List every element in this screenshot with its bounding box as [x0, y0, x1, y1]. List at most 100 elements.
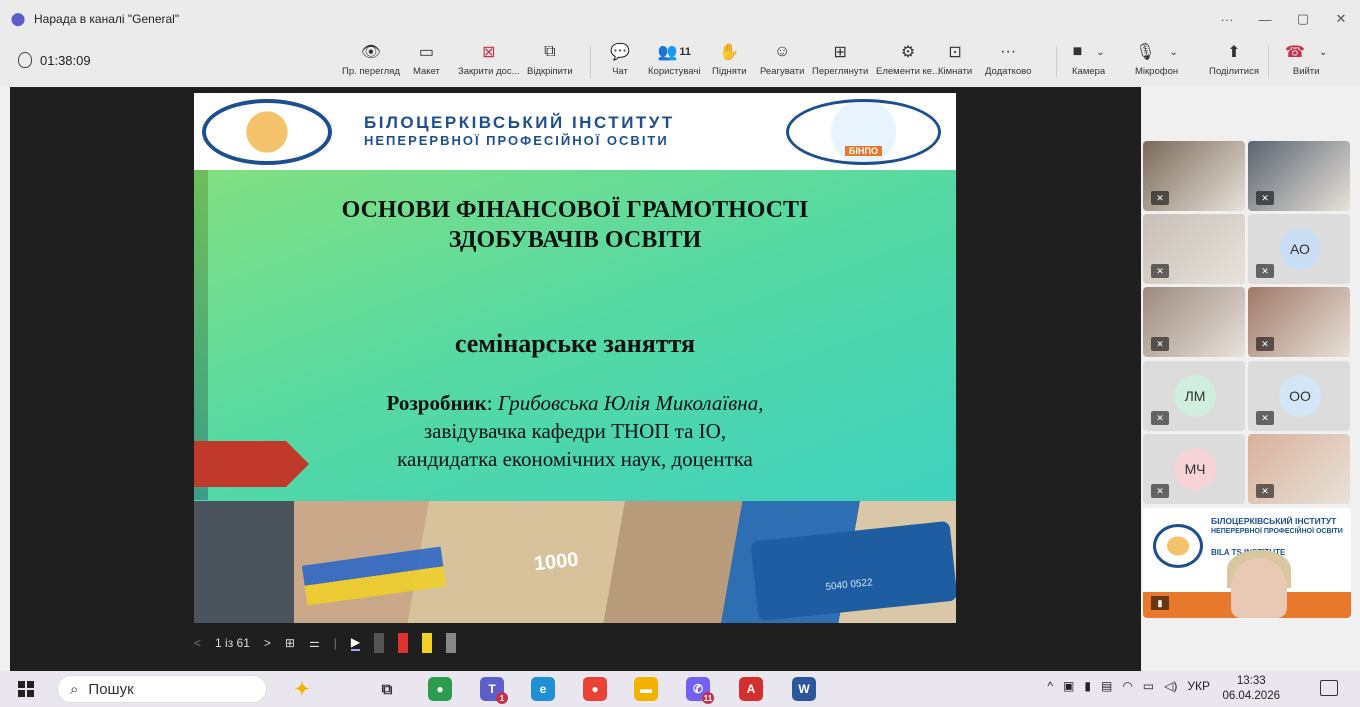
copilot-icon[interactable]: ✦: [290, 677, 314, 701]
meet-now-icon[interactable]: ▣: [1063, 679, 1074, 693]
language-indicator[interactable]: УКР: [1187, 679, 1210, 693]
eraser-icon[interactable]: [446, 633, 457, 653]
meeting-timer: 01:38:09: [18, 52, 91, 68]
participant-tile[interactable]: ✕: [1248, 141, 1350, 211]
mic-muted-icon: ✕: [1151, 191, 1169, 205]
start-button[interactable]: [18, 681, 34, 697]
minimize-button[interactable]: —: [1246, 0, 1284, 38]
teams-icon[interactable]: T1: [480, 677, 508, 704]
windows-taskbar: ⌕ Пошук ✦ ⧉ ● T1 e ● ▬ ✆ 11 A W ^ ▣ ▮ ▤ ◠…: [0, 671, 1360, 707]
money-photo: 1000 5040 0522: [194, 501, 956, 623]
more-icon: ···: [1000, 43, 1017, 60]
preview-button[interactable]: 👁 Пр. перегляд: [342, 41, 400, 83]
camera-button[interactable]: ■ ⌄ Камера: [1072, 41, 1105, 83]
binpo-badge: БІНПО: [845, 146, 882, 156]
pen-black-icon[interactable]: [374, 633, 385, 653]
participant-tile[interactable]: АО ✕: [1248, 214, 1350, 284]
people-count: 11: [679, 46, 691, 58]
mic-tray-icon[interactable]: ▮: [1084, 679, 1091, 693]
stop-share-icon: ⊠: [482, 44, 496, 61]
title-bar: ⬤ Нарада в каналі "General" ··· — ▢ ✕: [0, 0, 1360, 38]
divider: |: [333, 636, 337, 650]
chat-button[interactable]: 💬 Чат: [610, 41, 630, 83]
layout-button[interactable]: ▭ Макет: [413, 41, 440, 83]
chevron-down-icon: ⌄: [1096, 46, 1105, 58]
wifi-icon[interactable]: ◠: [1122, 679, 1132, 693]
stop-sharing-button[interactable]: ⊠ Закрити дос...: [458, 41, 520, 83]
next-slide-button[interactable]: >: [264, 636, 271, 650]
layout-icon: ▭: [418, 44, 434, 61]
participant-tile[interactable]: ✕: [1143, 141, 1245, 211]
toolbar-divider: [1268, 46, 1269, 78]
close-button[interactable]: ✕: [1322, 0, 1360, 38]
file-explorer-icon[interactable]: ▬: [634, 677, 658, 701]
presenter-face: [1231, 558, 1287, 618]
rooms-button[interactable]: ⊡ Кімнати: [938, 41, 972, 83]
participant-tile[interactable]: ЛМ ✕: [1143, 361, 1245, 431]
card-image: 5040 0522: [750, 520, 956, 622]
presenter-tile[interactable]: БІЛОЦЕРКІВСЬКИЙ ІНСТИТУТ НЕПЕРЕРВНОЇ ПРО…: [1143, 508, 1351, 618]
slide-header-line2: НЕПЕРЕРВНОЇ ПРОФЕСІЙНОЇ ОСВІТИ: [364, 133, 669, 148]
toolbar-divider: [590, 46, 591, 78]
mic-muted-icon: ✕: [1151, 337, 1169, 351]
more-button[interactable]: ··· Додатково: [985, 41, 1031, 83]
leave-button[interactable]: ☎ ⌄ Вийти: [1285, 41, 1327, 83]
meeting-toolbar: 01:38:09 👁 Пр. перегляд ▭ Макет ⊠ Закрит…: [0, 38, 1360, 86]
participant-tile[interactable]: ✕: [1143, 214, 1245, 284]
shield-icon: [18, 52, 32, 68]
word-icon[interactable]: W: [792, 677, 816, 701]
volume-icon[interactable]: ◁): [1164, 679, 1177, 693]
hand-icon: ✋: [719, 44, 740, 61]
mic-muted-icon: ✕: [1151, 484, 1169, 498]
pdf-reader-icon[interactable]: A: [739, 677, 763, 701]
taskbar-clock[interactable]: 13:33 06.04.2026: [1222, 674, 1280, 704]
mic-button[interactable]: 🎙 ⌄ Мікрофон: [1135, 41, 1178, 83]
mic-muted-icon: ✕: [1256, 411, 1274, 425]
chrome-profile-icon[interactable]: ●: [583, 677, 607, 701]
grid-icon: ⊞: [833, 44, 847, 61]
raise-hand-button[interactable]: ✋ Підняти: [712, 41, 747, 83]
slide-author-degree: кандидатка економічних наук, доцентка: [397, 447, 753, 471]
banknote-label: 1000: [532, 548, 580, 576]
more-options-icon[interactable]: ···: [1208, 0, 1246, 38]
taskbar-search[interactable]: ⌕ Пошук: [57, 675, 267, 703]
people-button[interactable]: 👥 11 Користувачі: [648, 41, 700, 83]
search-icon: ⌕: [70, 680, 79, 698]
prev-slide-button[interactable]: <: [194, 636, 201, 650]
slide-author: Розробник: Грибовська Юлія Миколаївна,: [386, 391, 764, 415]
participant-tile[interactable]: ✕: [1248, 287, 1350, 357]
highlighter-icon[interactable]: [422, 633, 433, 653]
avatar: ОО: [1279, 375, 1321, 417]
battery-icon[interactable]: ▭: [1143, 679, 1154, 693]
notifications-icon[interactable]: [1320, 680, 1338, 696]
controls-button[interactable]: ⚙ Елементи ке...: [876, 41, 940, 83]
sliders-icon[interactable]: ⚌: [309, 636, 320, 650]
chrome-icon[interactable]: ●: [428, 677, 452, 701]
chevron-up-icon[interactable]: ^: [1047, 679, 1053, 693]
maximize-button[interactable]: ▢: [1284, 0, 1322, 38]
institute-logo: [1153, 524, 1203, 568]
institute-logo: [202, 99, 332, 165]
participant-tile[interactable]: ✕: [1143, 287, 1245, 357]
chevron-down-icon: ⌄: [1169, 46, 1178, 58]
task-view-icon[interactable]: ⧉: [375, 677, 399, 701]
pointer-icon[interactable]: ▶: [350, 635, 361, 651]
toolbar-divider: [1056, 46, 1057, 78]
slide-header-line1: БІЛОЦЕРКІВСЬКИЙ ІНСТИТУТ: [364, 113, 675, 132]
participant-tile[interactable]: ОО ✕: [1248, 361, 1350, 431]
view-button[interactable]: ⊞ Переглянути: [812, 41, 868, 83]
grid-view-icon[interactable]: ⊞: [285, 636, 295, 650]
participant-tile[interactable]: МЧ ✕: [1143, 434, 1245, 504]
chat-icon: 💬: [610, 44, 630, 61]
share-button[interactable]: ⬆ Поділитися: [1209, 41, 1259, 83]
pen-red-icon[interactable]: [398, 633, 409, 653]
calculator-image: [194, 501, 294, 623]
viber-icon[interactable]: ✆ 11: [686, 677, 714, 704]
participant-tile[interactable]: ✕: [1248, 434, 1350, 504]
avatar: МЧ: [1174, 448, 1216, 490]
display-icon[interactable]: ▤: [1101, 679, 1112, 693]
slide-controls: < 1 із 61 > ⊞ ⚌ | ▶: [194, 628, 457, 658]
edge-icon[interactable]: e: [531, 677, 555, 701]
unpin-button[interactable]: ⧉ Відкріпити: [527, 41, 573, 83]
react-button[interactable]: ☺ Реагувати: [760, 41, 804, 83]
